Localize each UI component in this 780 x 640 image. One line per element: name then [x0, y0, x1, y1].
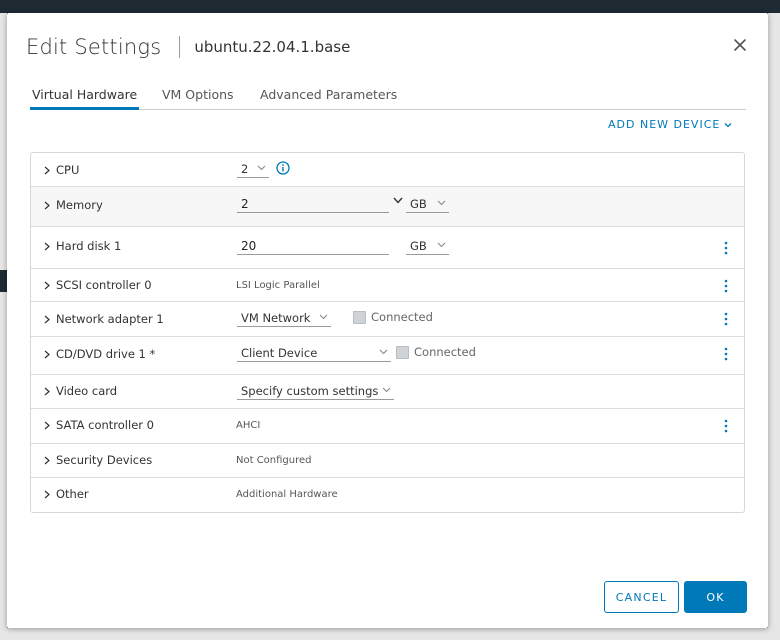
sata-value: AHCI	[236, 420, 261, 431]
tab-virtual-hardware[interactable]: Virtual Hardware	[30, 87, 140, 110]
ok-button[interactable]: OK	[684, 581, 747, 613]
kebab-menu-icon[interactable]	[724, 419, 728, 433]
cpu-count-value: 2	[241, 161, 249, 176]
chevron-right-icon	[44, 421, 50, 429]
kebab-menu-icon[interactable]	[724, 241, 728, 255]
background-bottom-panel	[0, 628, 780, 640]
tab-advanced-parameters[interactable]: Advanced Parameters	[258, 87, 399, 110]
kebab-menu-icon[interactable]	[724, 347, 728, 361]
hardware-row-cd-dvd-drive: CD/DVD drive 1 * Client Device Connected	[31, 337, 744, 375]
dialog-header: Edit Settings ubuntu.22.04.1.base	[26, 33, 350, 61]
chevron-down-icon	[382, 387, 391, 393]
title-divider	[179, 36, 181, 58]
cancel-button[interactable]: CANCEL	[604, 581, 679, 613]
cd-dvd-device-select[interactable]: Client Device	[237, 344, 391, 362]
video-card-settings-select[interactable]: Specify custom settings	[237, 382, 394, 400]
memory-size-input[interactable]	[237, 195, 389, 213]
chevron-down-icon[interactable]	[393, 197, 403, 204]
hard-disk-size-input[interactable]	[237, 237, 389, 255]
vm-name: ubuntu.22.04.1.base	[194, 38, 351, 56]
chevron-right-icon	[44, 242, 50, 250]
hardware-row-memory: Memory GB	[31, 187, 744, 227]
cd-dvd-expander[interactable]: CD/DVD drive 1 *	[43, 347, 155, 361]
chevron-right-icon	[44, 350, 50, 358]
chevron-right-icon	[44, 315, 50, 323]
sata-expander[interactable]: SATA controller 0	[43, 418, 154, 432]
cpu-label: CPU	[56, 163, 80, 177]
chevron-down-icon	[437, 242, 446, 248]
info-icon[interactable]	[276, 161, 290, 175]
network-value: VM Network	[241, 310, 311, 325]
scsi-expander[interactable]: SCSI controller 0	[43, 278, 152, 292]
memory-unit-value: GB	[410, 196, 427, 211]
memory-expander[interactable]: Memory	[43, 198, 103, 212]
virtual-hardware-table: CPU 2 Memory GB	[30, 152, 745, 513]
network-adapter-expander[interactable]: Network adapter 1	[43, 312, 164, 326]
other-expander[interactable]: Other	[43, 487, 89, 501]
hardware-row-network-adapter: Network adapter 1 VM Network Connected	[31, 302, 744, 337]
hardware-row-sata-controller: SATA controller 0 AHCI	[31, 409, 744, 444]
cpu-expander[interactable]: CPU	[43, 163, 79, 177]
sata-label: SATA controller 0	[56, 418, 154, 432]
chevron-right-icon	[44, 281, 50, 289]
background-left-panel	[0, 13, 7, 640]
network-connected-checkbox[interactable]	[353, 311, 366, 324]
hard-disk-expander[interactable]: Hard disk 1	[43, 239, 121, 253]
other-value: Additional Hardware	[236, 489, 338, 500]
other-label: Other	[56, 487, 89, 501]
hardware-row-hard-disk: Hard disk 1 GB	[31, 227, 744, 269]
hardware-row-security-devices: Security Devices Not Configured	[31, 444, 744, 478]
cpu-count-select[interactable]: 2	[237, 160, 269, 178]
kebab-menu-icon[interactable]	[724, 279, 728, 293]
background-header	[0, 0, 780, 13]
hardware-row-video-card: Video card Specify custom settings	[31, 375, 744, 409]
kebab-menu-icon[interactable]	[724, 312, 728, 326]
edit-settings-dialog: Edit Settings ubuntu.22.04.1.base Virtua…	[7, 13, 768, 628]
network-select[interactable]: VM Network	[237, 309, 331, 327]
dialog-title: Edit Settings	[26, 35, 162, 59]
cd-dvd-connected-label: Connected	[414, 345, 476, 359]
scsi-value: LSI Logic Parallel	[236, 280, 320, 291]
chevron-right-icon	[44, 166, 50, 174]
video-card-settings-value: Specify custom settings	[241, 383, 379, 398]
network-connected-label: Connected	[371, 310, 433, 324]
chevron-down-icon	[437, 200, 446, 206]
hard-disk-unit-select[interactable]: GB	[406, 237, 449, 255]
close-icon[interactable]	[732, 37, 748, 53]
security-devices-label: Security Devices	[56, 453, 153, 467]
hardware-row-other: Other Additional Hardware	[31, 478, 744, 512]
chevron-down-icon	[379, 349, 388, 355]
hardware-row-scsi-controller: SCSI controller 0 LSI Logic Parallel	[31, 269, 744, 302]
settings-tabs: Virtual Hardware VM Options Advanced Par…	[30, 83, 746, 110]
chevron-down-icon	[319, 314, 328, 320]
memory-label: Memory	[56, 198, 103, 212]
cd-dvd-label: CD/DVD drive 1 *	[56, 347, 156, 361]
scsi-label: SCSI controller 0	[56, 278, 152, 292]
chevron-right-icon	[44, 456, 50, 464]
memory-unit-select[interactable]: GB	[406, 195, 449, 213]
video-card-label: Video card	[56, 384, 118, 398]
chevron-right-icon	[44, 201, 50, 209]
add-new-device-button[interactable]: ADD NEW DEVICE	[608, 118, 732, 131]
security-devices-value: Not Configured	[236, 455, 312, 466]
chevron-right-icon	[44, 490, 50, 498]
cd-dvd-device-value: Client Device	[241, 345, 318, 360]
hard-disk-unit-value: GB	[410, 238, 427, 253]
hardware-row-cpu: CPU 2	[31, 153, 744, 187]
background-right-panel	[768, 13, 780, 640]
chevron-down-icon	[257, 165, 266, 171]
background-left-highlight	[0, 270, 7, 292]
add-new-device-label: ADD NEW DEVICE	[608, 118, 721, 131]
network-adapter-label: Network adapter 1	[56, 312, 164, 326]
tab-vm-options[interactable]: VM Options	[160, 87, 236, 110]
video-card-expander[interactable]: Video card	[43, 384, 117, 398]
chevron-down-icon	[724, 122, 732, 127]
chevron-right-icon	[44, 387, 50, 395]
hard-disk-label: Hard disk 1	[56, 239, 122, 253]
security-devices-expander[interactable]: Security Devices	[43, 453, 152, 467]
cd-dvd-connected-checkbox[interactable]	[396, 346, 409, 359]
